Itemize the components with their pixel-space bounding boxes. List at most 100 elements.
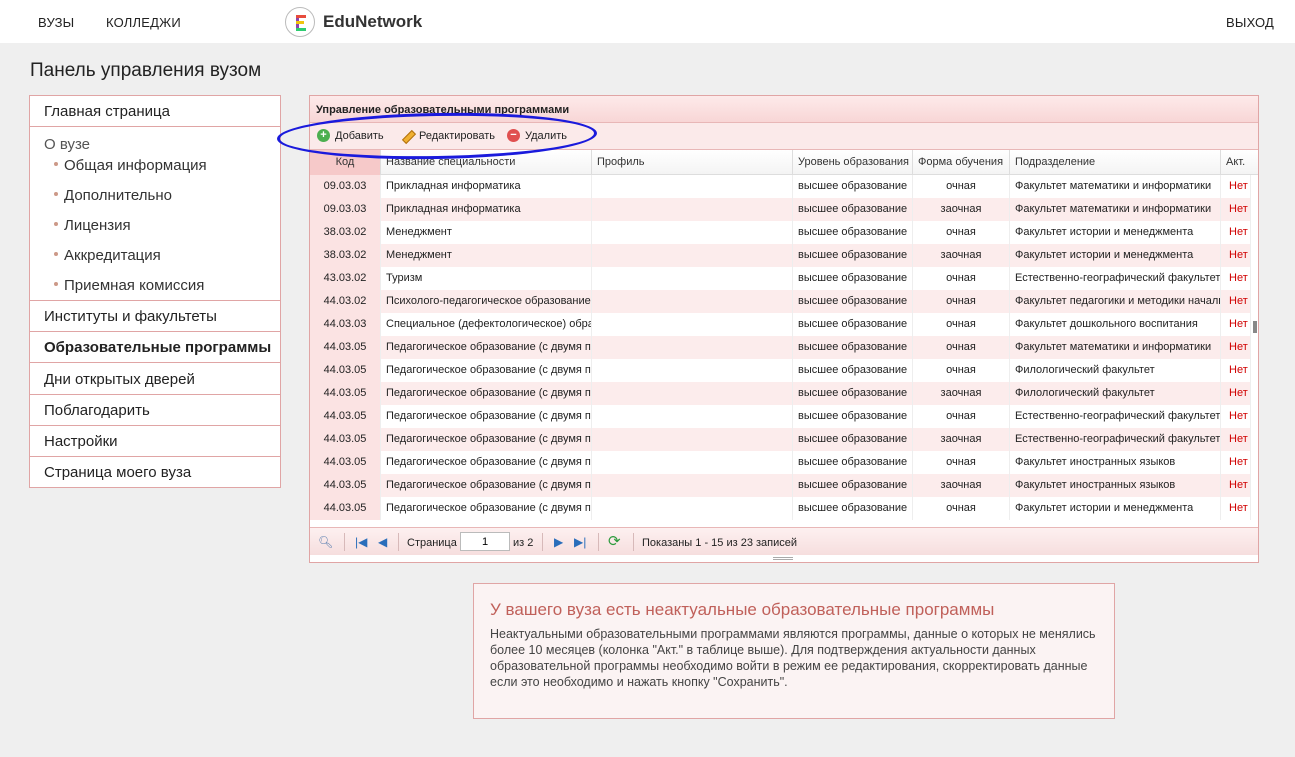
- cell-actual: Нет: [1221, 221, 1251, 244]
- cell-actual: Нет: [1221, 359, 1251, 382]
- page-number-input[interactable]: [460, 532, 510, 551]
- table-row[interactable]: 09.03.03 Прикладная информатика высшее обр…: [310, 175, 1251, 198]
- cell-actual: Нет: [1221, 313, 1251, 336]
- sidebar-item-open-days[interactable]: Дни открытых дверей: [30, 364, 280, 395]
- cell-actual: Нет: [1221, 451, 1251, 474]
- add-button[interactable]: + Добавить: [317, 129, 384, 142]
- cell-name: Психолого-педагогическое образование: [381, 290, 592, 313]
- top-bar: ВУЗЫ КОЛЛЕДЖИ EduNetwork ВЫХОД: [0, 0, 1295, 43]
- table-row[interactable]: 44.03.05 Педагогическое образование (с дв…: [310, 451, 1251, 474]
- cell-name: Педагогическое образование (с двумя проф…: [381, 382, 592, 405]
- sidebar-subitem-admissions[interactable]: Приемная комиссия: [54, 277, 204, 294]
- cell-profile: [592, 267, 793, 290]
- table-row[interactable]: 44.03.05 Педагогическое образование (с дв…: [310, 359, 1251, 382]
- column-header-profile[interactable]: Профиль: [592, 150, 793, 175]
- cell-form: очная: [913, 313, 1010, 336]
- cell-department: Филологический факультет: [1010, 382, 1221, 405]
- cell-profile: [592, 359, 793, 382]
- nav-link-colleges[interactable]: КОЛЛЕДЖИ: [106, 15, 181, 30]
- cell-department: Естественно-географический факультет: [1010, 267, 1221, 290]
- cell-level: высшее образование: [793, 267, 913, 290]
- sidebar: Главная страница О вузе Общая информация…: [29, 95, 281, 488]
- table-row[interactable]: 44.03.03 Специальное (дефектологическое) …: [310, 313, 1251, 336]
- cell-form: очная: [913, 405, 1010, 428]
- logo-icon: [285, 7, 315, 37]
- scrollbar-thumb[interactable]: [1253, 321, 1257, 333]
- column-header-department[interactable]: Подразделение: [1010, 150, 1221, 175]
- plus-icon: +: [317, 129, 330, 142]
- notice-title: У вашего вуза есть неактуальные образова…: [490, 600, 995, 619]
- cell-department: Факультет педагогики и методики начально…: [1010, 290, 1221, 313]
- outdated-programs-notice: У вашего вуза есть неактуальные образова…: [473, 583, 1115, 719]
- table-row[interactable]: 43.03.02 Туризм высшее образование очная Ест…: [310, 267, 1251, 290]
- cell-level: высшее образование: [793, 451, 913, 474]
- cell-form: очная: [913, 267, 1010, 290]
- cell-level: высшее образование: [793, 474, 913, 497]
- table-row[interactable]: 38.03.02 Менеджмент высшее образование очна…: [310, 221, 1251, 244]
- cell-level: высшее образование: [793, 382, 913, 405]
- cell-name: Педагогическое образование (с двумя проф…: [381, 428, 592, 451]
- cell-name: Педагогическое образование (с двумя проф…: [381, 474, 592, 497]
- grid-header: Код Название специальности Профиль Урове…: [310, 150, 1258, 175]
- resize-grip[interactable]: [773, 557, 793, 560]
- sidebar-item-institutes[interactable]: Институты и факультеты: [30, 301, 280, 332]
- table-row[interactable]: 38.03.02 Менеджмент высшее образование заоч…: [310, 244, 1251, 267]
- records-info: Показаны 1 - 15 из 23 записей: [642, 537, 798, 549]
- nav-link-universities[interactable]: ВУЗЫ: [38, 15, 74, 30]
- cell-name: Педагогическое образование (с двумя проф…: [381, 451, 592, 474]
- table-row[interactable]: 44.03.05 Педагогическое образование (с дв…: [310, 336, 1251, 359]
- cell-profile: [592, 244, 793, 267]
- sidebar-item-home[interactable]: Главная страница: [30, 96, 280, 127]
- cell-name: Менеджмент: [381, 221, 592, 244]
- sidebar-item-programs[interactable]: Образовательные программы: [30, 332, 280, 363]
- table-row[interactable]: 44.03.05 Педагогическое образование (с дв…: [310, 382, 1251, 405]
- bullet-icon: [54, 282, 58, 287]
- table-row[interactable]: 44.03.05 Педагогическое образование (с дв…: [310, 428, 1251, 451]
- sidebar-item-my-university-page[interactable]: Страница моего вуза: [30, 457, 280, 488]
- refresh-icon[interactable]: ⟳: [608, 534, 621, 549]
- cell-profile: [592, 313, 793, 336]
- bullet-icon: [54, 222, 58, 227]
- cell-department: Факультет истории и менеджмента: [1010, 244, 1221, 267]
- sidebar-item-settings[interactable]: Настройки: [30, 426, 280, 457]
- table-row[interactable]: 44.03.05 Педагогическое образование (с дв…: [310, 497, 1251, 520]
- table-row[interactable]: 44.03.02 Психолого-педагогическое образов…: [310, 290, 1251, 313]
- column-header-code[interactable]: Код: [310, 150, 381, 175]
- cell-name: Туризм: [381, 267, 592, 290]
- cell-form: заочная: [913, 474, 1010, 497]
- column-header-level[interactable]: Уровень образования: [793, 150, 913, 175]
- next-page-icon[interactable]: ▶: [554, 536, 563, 548]
- bullet-icon: [54, 192, 58, 197]
- search-icon[interactable]: 🔍︎: [318, 536, 333, 548]
- sidebar-subitem-license[interactable]: Лицензия: [54, 217, 131, 234]
- sidebar-subitem-additional[interactable]: Дополнительно: [54, 187, 172, 204]
- table-row[interactable]: 44.03.05 Педагогическое образование (с дв…: [310, 405, 1251, 428]
- edit-button[interactable]: Редактировать: [400, 129, 495, 142]
- cell-actual: Нет: [1221, 336, 1251, 359]
- logo-text: EduNetwork: [323, 12, 423, 31]
- cell-department: Факультет дошкольного воспитания: [1010, 313, 1221, 336]
- cell-actual: Нет: [1221, 198, 1251, 221]
- table-row[interactable]: 09.03.03 Прикладная информатика высшее обр…: [310, 198, 1251, 221]
- cell-name: Педагогическое образование (с двумя проф…: [381, 405, 592, 428]
- cell-code: 44.03.02: [310, 290, 381, 313]
- column-header-actual[interactable]: Акт.: [1221, 150, 1251, 175]
- sidebar-group-about[interactable]: О вузе: [44, 136, 90, 153]
- logo[interactable]: EduNetwork: [285, 6, 422, 38]
- prev-page-icon[interactable]: ◀: [378, 536, 387, 548]
- delete-button[interactable]: − Удалить: [507, 129, 567, 142]
- last-page-icon[interactable]: ▶|: [574, 536, 586, 548]
- first-page-icon[interactable]: |◀: [355, 536, 367, 548]
- sidebar-subitem-accreditation[interactable]: Аккредитация: [54, 247, 161, 264]
- cell-level: высшее образование: [793, 428, 913, 451]
- column-header-name[interactable]: Название специальности: [381, 150, 592, 175]
- cell-actual: Нет: [1221, 428, 1251, 451]
- sidebar-subitem-general[interactable]: Общая информация: [54, 157, 207, 174]
- sidebar-item-thanks[interactable]: Поблагодарить: [30, 395, 280, 426]
- column-header-form[interactable]: Форма обучения: [913, 150, 1010, 175]
- cell-department: Факультет истории и менеджмента: [1010, 221, 1221, 244]
- cell-department: Факультет истории и менеджмента: [1010, 497, 1221, 520]
- table-row[interactable]: 44.03.05 Педагогическое образование (с дв…: [310, 474, 1251, 497]
- cell-code: 38.03.02: [310, 244, 381, 267]
- logout-link[interactable]: ВЫХОД: [1226, 15, 1274, 30]
